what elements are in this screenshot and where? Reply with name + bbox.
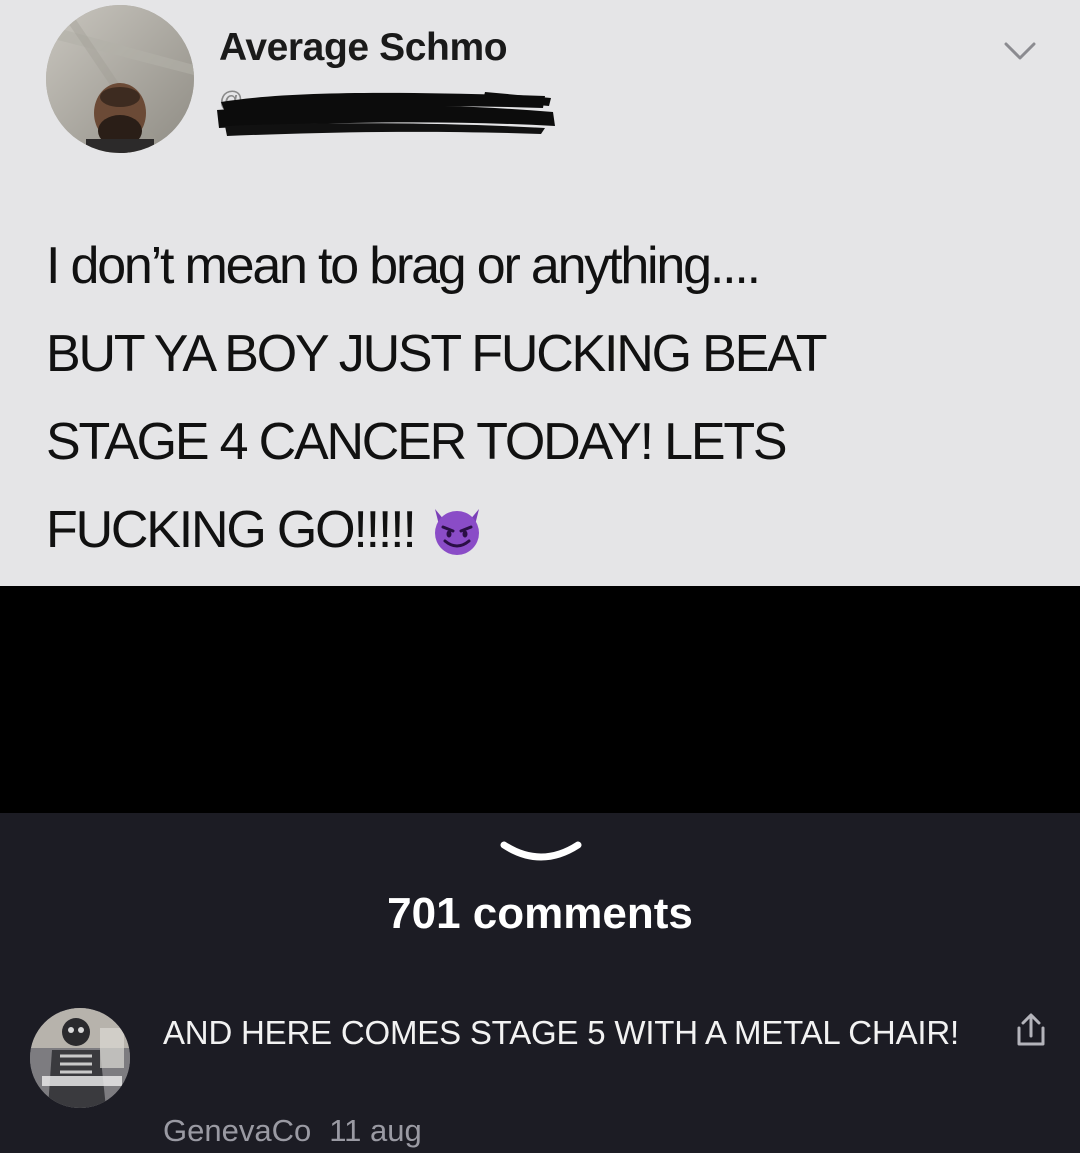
share-icon[interactable] (1011, 1010, 1051, 1050)
comments-section: 701 comments AND HERE COMES STAGE 5 WITH… (0, 813, 1080, 1153)
comments-count: 701 comments (387, 889, 693, 938)
chevron-down-icon[interactable] (1000, 38, 1040, 64)
tweet-line: BUT YA BOY JUST FUCKING BEAT (46, 325, 827, 383)
tweet-line: I don’t mean to brag or anything.... (46, 237, 761, 295)
comment-date: 11 aug (329, 1113, 422, 1148)
commenter-avatar[interactable] (30, 1008, 130, 1108)
comment-meta: GenevaCo 11 aug (163, 1113, 422, 1149)
smiling-devil-emoji-icon (429, 496, 485, 584)
redacted-handle: @ (215, 82, 560, 138)
tweet-line: STAGE 4 CANCER TODAY! LETS (46, 413, 788, 471)
user-avatar[interactable] (46, 5, 194, 153)
tweet-line-last: FUCKING GO!!!!! (46, 486, 1046, 584)
tweet-line: FUCKING GO!!!!! (46, 501, 417, 559)
black-band (0, 586, 1080, 813)
display-name[interactable]: Average Schmo (219, 26, 508, 70)
chevron-down-icon[interactable] (498, 835, 584, 867)
avatar-photo (46, 5, 194, 153)
tweet-text: I don’t mean to brag or anything.... BUT… (46, 222, 1046, 584)
comment-author[interactable]: GenevaCo (163, 1113, 311, 1148)
comment-text: AND HERE COMES STAGE 5 WITH A METAL CHAI… (163, 1014, 959, 1051)
tweet-card: Average Schmo @ I don’t mean to brag or … (0, 0, 1080, 586)
